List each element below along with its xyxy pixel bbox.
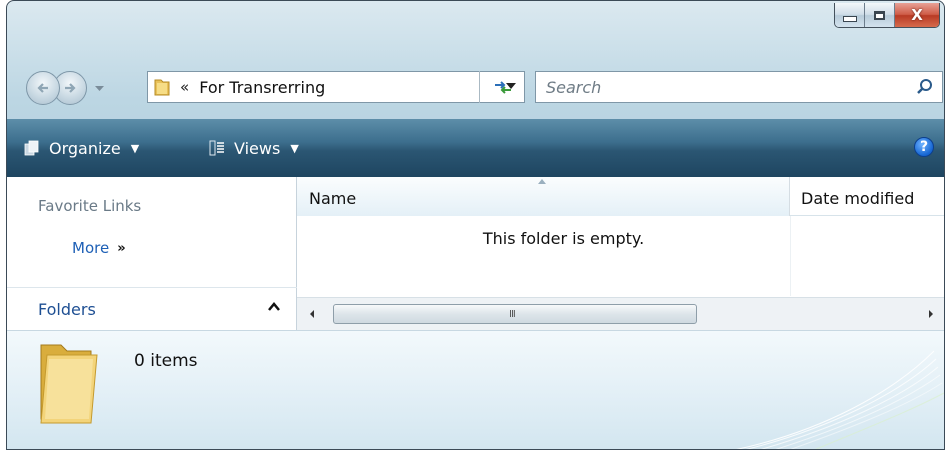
folders-toggle[interactable]: Folders — [7, 287, 297, 330]
sort-arrow-icon — [538, 179, 546, 184]
scroll-right-icon[interactable] — [926, 308, 936, 320]
decorative-swoosh — [736, 350, 944, 449]
column-divider — [790, 216, 791, 296]
chevron-down-icon — [94, 86, 104, 91]
forward-arrow-icon — [65, 83, 76, 93]
organize-dropdown-icon: ▼ — [130, 141, 140, 155]
views-icon — [209, 140, 224, 156]
column-header-date-modified[interactable]: Date modified — [801, 189, 914, 208]
organize-icon — [24, 140, 39, 156]
search-input[interactable]: Search — [546, 78, 601, 97]
horizontal-scrollbar[interactable]: III — [297, 297, 944, 330]
search-icon[interactable] — [916, 78, 934, 96]
back-button[interactable] — [26, 71, 60, 105]
navigation-pane: Favorite Links More » Folders — [7, 177, 297, 330]
details-pane: 0 items — [7, 330, 944, 449]
close-icon: X — [911, 6, 923, 24]
search-box[interactable]: Search — [535, 71, 943, 103]
more-links-button[interactable]: More » — [72, 239, 126, 257]
close-button[interactable]: X — [895, 3, 939, 27]
views-label: Views — [234, 138, 281, 158]
name-column-label: Name — [309, 189, 357, 208]
favorite-links-heading: Favorite Links — [38, 197, 142, 215]
refresh-button[interactable] — [479, 71, 525, 103]
views-dropdown-icon: ▼ — [290, 141, 299, 155]
help-button[interactable]: ? — [914, 137, 934, 157]
organize-menu[interactable]: Organize ▼ — [23, 136, 139, 160]
collapse-chevron-icon — [268, 302, 280, 311]
refresh-icon — [494, 81, 511, 94]
file-list: Name Date modified This folder is empty.… — [297, 177, 944, 330]
minimize-icon — [842, 16, 857, 22]
scrollbar-grip: III — [509, 309, 516, 320]
views-menu[interactable]: Views ▼ — [208, 136, 299, 160]
folder-icon — [154, 79, 170, 96]
column-header-row: Name Date modified — [297, 177, 944, 216]
caption-buttons: X — [834, 3, 940, 28]
command-bar: Organize ▼ Views ▼ ? — [7, 119, 944, 177]
folders-label: Folders — [38, 299, 96, 319]
minimize-button[interactable] — [835, 3, 865, 27]
organize-label: Organize — [49, 138, 121, 158]
item-count: 0 items — [134, 351, 198, 371]
breadcrumb-overflow[interactable]: « — [180, 78, 189, 96]
recent-pages-dropdown[interactable] — [92, 83, 106, 95]
explorer-window: X « For Transrerring Search Organize ▼ V… — [6, 0, 945, 450]
maximize-button[interactable] — [865, 3, 895, 27]
folder-icon — [40, 344, 98, 424]
breadcrumb-current[interactable]: For Transrerring — [199, 78, 325, 97]
back-arrow-icon — [37, 83, 48, 93]
column-header-name[interactable]: Name — [297, 177, 790, 216]
double-chevron-icon: » — [117, 240, 126, 256]
scrollbar-thumb[interactable]: III — [333, 304, 697, 324]
scroll-left-icon[interactable] — [307, 308, 317, 320]
address-bar[interactable]: « For Transrerring — [147, 71, 525, 103]
help-icon: ? — [919, 139, 929, 155]
empty-folder-message: This folder is empty. — [482, 229, 645, 248]
maximize-icon — [874, 10, 885, 20]
more-label: More — [72, 239, 110, 257]
